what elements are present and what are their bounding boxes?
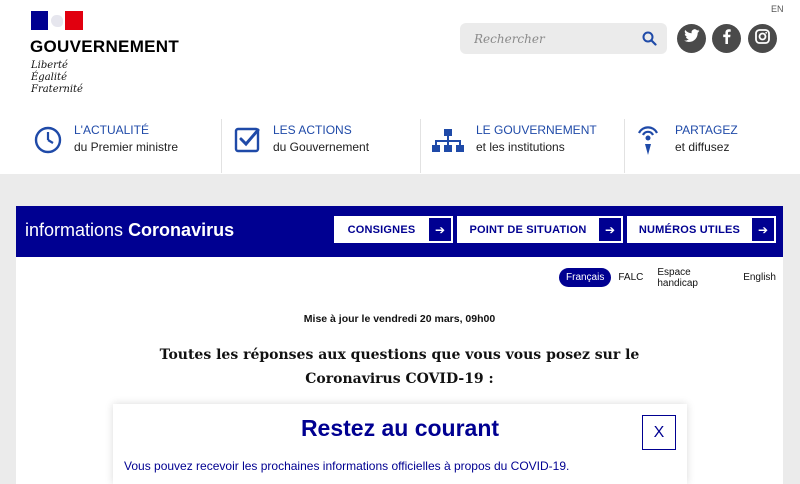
close-button[interactable]: X [642,415,676,450]
nav-subtitle: et diffusez [675,140,730,154]
coronavirus-title-bold: Coronavirus [128,220,235,240]
nav-title: L'ACTUALITÉ [74,123,149,137]
numeros-utiles-button[interactable]: NUMÉROS UTILES ➔ [627,216,776,243]
motto-fraternite: Fraternité [31,84,83,95]
instagram-icon [755,28,770,49]
broadcast-icon [634,123,666,155]
arrow-right-icon: ➔ [751,217,775,242]
facebook-icon [722,28,731,49]
search-box [460,23,667,54]
motto-liberte: Liberté [31,60,68,71]
language-falc[interactable]: FALC [611,268,650,287]
modal-description: Vous pouvez recevoir les prochaines info… [124,459,570,473]
point-de-situation-label: POINT DE SITUATION [469,223,587,236]
nav-subtitle: du Gouvernement [273,140,370,154]
arrow-right-icon: ➔ [428,217,452,242]
language-english[interactable]: English [736,268,783,287]
numeros-utiles-label: NUMÉROS UTILES [638,223,741,236]
point-de-situation-button[interactable]: POINT DE SITUATION ➔ [457,216,623,243]
arrow-right-icon: ➔ [598,217,622,242]
checkbox-icon [233,123,265,155]
nav-subtitle: et les institutions [476,140,565,154]
clock-icon [33,123,65,155]
nav-divider [221,119,222,173]
search-icon[interactable] [642,31,657,46]
close-icon: X [653,423,665,441]
consignes-button[interactable]: CONSIGNES ➔ [334,216,453,243]
coronavirus-title-prefix: informations [25,220,124,240]
coronavirus-title: informations Coronavirus [25,220,234,241]
nav-item-actions[interactable]: LES ACTIONS du Gouvernement [233,117,413,173]
instagram-button[interactable] [748,24,777,53]
twitter-icon [683,29,700,48]
nav-title: LE GOUVERNEMENT [476,123,597,137]
nav-title: PARTAGEZ [675,123,738,137]
nav-divider [420,119,421,173]
search-input[interactable] [474,29,634,49]
motto-egalite: Égalité [31,72,67,83]
facebook-button[interactable] [712,24,741,53]
nav-item-gouvernement[interactable]: LE GOUVERNEMENT et les institutions [431,117,621,173]
org-chart-icon [431,123,464,155]
nav-item-partagez[interactable]: PARTAGEZ et diffusez [634,117,784,173]
marianne-logo[interactable] [31,11,83,30]
language-francais[interactable]: Français [559,268,612,287]
main-nav: L'ACTUALITÉ du Premier ministre LES ACTI… [0,117,800,173]
modal-title: Restez au courant [300,415,500,441]
coronavirus-header-bar: informations Coronavirus CONSIGNES ➔ POI… [16,206,783,257]
twitter-button[interactable] [677,24,706,53]
language-en-link[interactable]: EN [771,4,784,14]
language-espace-handicap[interactable]: Espace handicap [650,263,736,293]
nav-divider [624,119,625,173]
republic-motto: Liberté Égalité Fraternité [31,60,83,96]
nav-subtitle: du Premier ministre [74,140,179,154]
language-switcher: Français FALC Espace handicap English [559,267,783,289]
consignes-label: CONSIGNES [347,223,416,236]
nav-title: LES ACTIONS [273,123,352,137]
faq-headline: Toutes les réponses aux questions que vo… [159,347,640,387]
subscribe-modal: Restez au courant X Vous pouvez recevoir… [113,404,687,484]
nav-item-actualite[interactable]: L'ACTUALITÉ du Premier ministre [33,117,213,173]
update-timestamp: Mise à jour le vendredi 20 mars, 09h00 [303,313,496,325]
brand-title[interactable]: GOUVERNEMENT [30,37,179,57]
